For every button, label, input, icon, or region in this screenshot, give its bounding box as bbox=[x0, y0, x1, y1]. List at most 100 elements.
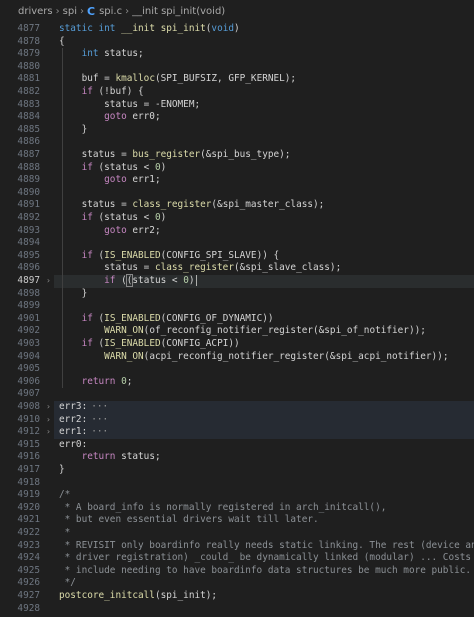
code-line[interactable]: 4922 * bbox=[0, 527, 474, 540]
code-text: postcore_initcall(spi_init); bbox=[59, 590, 218, 601]
line-number: 4888 bbox=[17, 161, 40, 173]
code-line[interactable]: 4889 goto err1; bbox=[0, 174, 474, 187]
code-line[interactable]: 4879 int status; bbox=[0, 48, 474, 61]
code-line[interactable]: 4920 * A board_info is normally register… bbox=[0, 502, 474, 515]
code-text: status = class_register(&spi_master_clas… bbox=[59, 199, 325, 211]
code-text: return status; bbox=[81, 451, 161, 463]
code-line[interactable]: 4912 › err1: ··· bbox=[0, 426, 474, 439]
fold-chevron-icon[interactable]: › bbox=[46, 414, 56, 427]
code-line[interactable]: 4888 if (status < 0) bbox=[0, 162, 474, 175]
code-line[interactable]: 4885 } bbox=[0, 124, 474, 137]
line-number: 4877 bbox=[17, 23, 40, 34]
code-line[interactable]: 4923 * REVISIT only boardinfo really nee… bbox=[0, 540, 474, 553]
code-text: /* bbox=[59, 489, 71, 501]
line-number: 4921 bbox=[17, 514, 40, 526]
line-number: 4890 bbox=[17, 186, 40, 198]
line-number: 4885 bbox=[17, 123, 40, 135]
line-number: 4879 bbox=[17, 48, 40, 60]
code-line[interactable]: 4907 bbox=[0, 388, 474, 401]
code-line[interactable]: 4903 if (IS_ENABLED(CONFIG_ACPI)) bbox=[0, 338, 474, 351]
code-line[interactable]: 4924 * driver registration) _could_ be d… bbox=[0, 552, 474, 565]
code-text: * driver registration) _could_ be dynami… bbox=[59, 552, 472, 564]
line-number: 4899 bbox=[17, 300, 40, 312]
fold-chevron-icon[interactable]: › bbox=[46, 426, 56, 439]
fold-chevron-icon[interactable]: › bbox=[46, 401, 56, 414]
code-line[interactable]: 4891 status = class_register(&spi_master… bbox=[0, 199, 474, 212]
breadcrumb-item-symbol[interactable]: __init spi_init(void) bbox=[132, 6, 225, 17]
code-line[interactable]: 4899 bbox=[0, 300, 474, 313]
chevron-right-icon: › bbox=[125, 5, 130, 17]
code-line[interactable]: 4878 { bbox=[0, 36, 474, 49]
code-text: } bbox=[59, 287, 88, 299]
code-line[interactable]: 4892 if (status < 0) bbox=[0, 212, 474, 225]
line-number: 4925 bbox=[17, 564, 40, 576]
code-text: static int __init spi_init(void) bbox=[59, 23, 240, 34]
code-line[interactable]: 4883 status = -ENOMEM; bbox=[0, 99, 474, 112]
line-number: 4901 bbox=[17, 312, 40, 324]
code-text: if (IS_ENABLED(CONFIG_SPI_SLAVE)) { bbox=[81, 249, 280, 261]
line-number: 4923 bbox=[17, 539, 40, 551]
code-line[interactable]: 4890 bbox=[0, 187, 474, 200]
code-line[interactable]: 4887 status = bus_register(&spi_bus_type… bbox=[0, 149, 474, 162]
code-line[interactable]: 4910 › err2: ··· bbox=[0, 413, 474, 427]
code-text: WARN_ON(acpi_reconfig_notifier_register(… bbox=[104, 350, 449, 362]
code-line[interactable]: 4904 WARN_ON(acpi_reconfig_notifier_regi… bbox=[0, 351, 474, 364]
code-line[interactable]: 4918 bbox=[0, 477, 474, 490]
line-number: 4916 bbox=[17, 451, 40, 463]
code-text: if (!buf) { bbox=[81, 86, 144, 97]
line-number: 4915 bbox=[17, 438, 40, 450]
line-number: 4882 bbox=[17, 86, 40, 97]
code-line[interactable]: 4915 err0: bbox=[0, 439, 474, 452]
code-line[interactable]: 4927 postcore_initcall(spi_init); bbox=[0, 590, 474, 603]
code-text: if (IS_ENABLED(CONFIG_OF_DYNAMIC)) bbox=[81, 312, 274, 324]
code-line[interactable]: 4884 goto err0; bbox=[0, 111, 474, 124]
code-line[interactable]: 4905 bbox=[0, 363, 474, 376]
line-number: 4881 bbox=[17, 73, 40, 85]
code-text: goto err0; bbox=[104, 111, 161, 123]
line-number: 4924 bbox=[17, 552, 40, 564]
code-line[interactable]: 4894 bbox=[0, 237, 474, 250]
code-editor[interactable]: 4877 static int __init spi_init(void) 4878… bbox=[0, 22, 474, 617]
code-line[interactable]: 4917} bbox=[0, 464, 474, 477]
line-number: 4926 bbox=[17, 577, 40, 589]
code-line[interactable]: 4896 status = class_register(&spi_slave_… bbox=[0, 262, 474, 275]
code-line[interactable]: 4916 return status; bbox=[0, 451, 474, 464]
code-line[interactable]: 4928 bbox=[0, 603, 474, 616]
code-text: if (IS_ENABLED(CONFIG_ACPI)) bbox=[81, 338, 240, 349]
line-number: 4927 bbox=[17, 590, 40, 601]
code-line[interactable]: 4898 } bbox=[0, 288, 474, 301]
code-line[interactable]: 4925 * include needing to have boardinfo… bbox=[0, 565, 474, 578]
line-number: 4907 bbox=[17, 388, 40, 400]
line-number: 4893 bbox=[17, 224, 40, 236]
code-text: status = class_register(&spi_slave_class… bbox=[59, 262, 342, 274]
code-line[interactable]: 4901 if (IS_ENABLED(CONFIG_OF_DYNAMIC)) bbox=[0, 313, 474, 326]
fold-chevron-icon[interactable]: › bbox=[46, 275, 56, 288]
code-line[interactable]: 4897 › if ((status < 0) bbox=[0, 274, 474, 288]
c-file-icon: C bbox=[86, 4, 96, 18]
code-text: goto err2; bbox=[104, 224, 161, 236]
line-number: 4895 bbox=[17, 249, 40, 261]
indent-guide bbox=[62, 48, 63, 389]
code-line[interactable]: 4906 return 0; bbox=[0, 376, 474, 389]
code-line[interactable]: 4921 * but even essential drivers wait t… bbox=[0, 514, 474, 527]
code-line[interactable]: 4919 /* bbox=[0, 489, 474, 502]
code-line[interactable]: 4886 bbox=[0, 136, 474, 149]
line-number: 4904 bbox=[17, 350, 40, 362]
code-line[interactable]: 4877 static int __init spi_init(void) bbox=[0, 23, 474, 36]
line-number: 4886 bbox=[17, 136, 40, 148]
code-line[interactable]: 4880 bbox=[0, 61, 474, 74]
code-line[interactable]: 4893 goto err2; bbox=[0, 225, 474, 238]
breadcrumb-item-file[interactable]: spi.c bbox=[99, 6, 122, 17]
code-line[interactable]: 4881 buf = kmalloc(SPI_BUFSIZ, GFP_KERNE… bbox=[0, 73, 474, 86]
code-line[interactable]: 4926 */ bbox=[0, 577, 474, 590]
code-line[interactable]: 4882 if (!buf) { bbox=[0, 86, 474, 99]
code-line[interactable]: 4908 › err3: ··· bbox=[0, 401, 474, 414]
code-text: goto err1; bbox=[104, 174, 161, 186]
breadcrumb-item-drivers[interactable]: drivers bbox=[18, 6, 53, 17]
code-line[interactable]: 4895 if (IS_ENABLED(CONFIG_SPI_SLAVE)) { bbox=[0, 250, 474, 263]
code-line[interactable]: 4902 WARN_ON(of_reconfig_notifier_regist… bbox=[0, 325, 474, 338]
code-text: err0: bbox=[59, 438, 88, 450]
code-text: err1: ··· bbox=[59, 426, 109, 438]
line-number: 4889 bbox=[17, 174, 40, 186]
breadcrumb-item-spi[interactable]: spi bbox=[63, 6, 77, 17]
